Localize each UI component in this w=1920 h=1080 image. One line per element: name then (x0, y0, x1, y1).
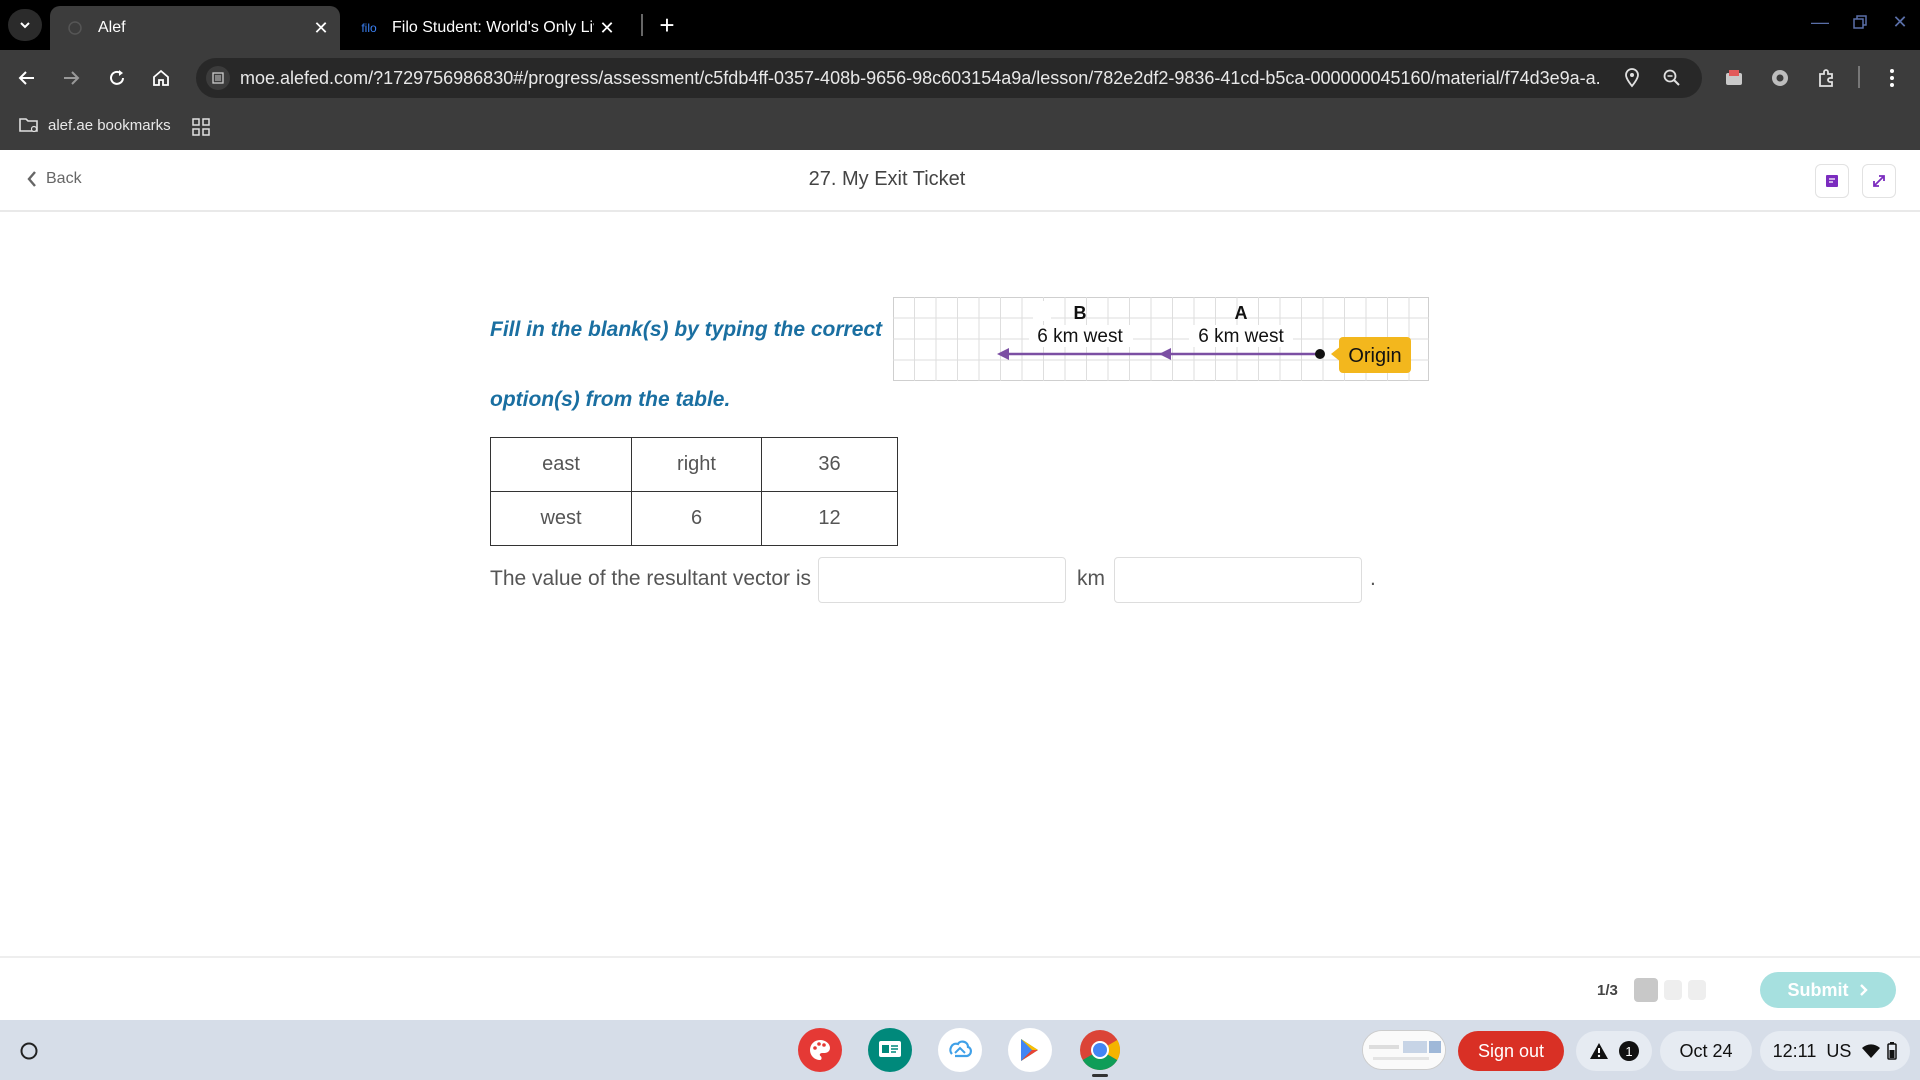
sign-out-button[interactable]: Sign out (1458, 1031, 1564, 1071)
tab-alef[interactable]: Alef ✕ (50, 6, 340, 50)
home-icon (153, 69, 169, 86)
screenshot-thumbnail[interactable] (1362, 1030, 1446, 1070)
expand-icon (1873, 175, 1885, 187)
notes-button[interactable] (1815, 164, 1849, 198)
page-title: 27. My Exit Ticket (808, 168, 966, 190)
filo-favicon-icon: filo (361, 21, 377, 35)
status-tray[interactable]: 12:11 US (1760, 1031, 1910, 1071)
locale-label: US (1826, 1040, 1852, 1061)
restore-icon[interactable] (1843, 8, 1877, 36)
bookmark-label: alef.ae bookmarks (48, 116, 171, 134)
arrow-left-icon (18, 71, 34, 85)
more-menu-icon[interactable] (1880, 66, 1904, 90)
bookmarks-bar: alef.ae bookmarks (0, 106, 1920, 150)
reload-icon (110, 70, 124, 85)
sentence-prefix: The value of the resultant vector is (490, 567, 811, 590)
tab-title: Alef (98, 19, 126, 36)
sentence-end: . (1370, 567, 1376, 590)
tab-separator (641, 14, 643, 36)
vector-a-label: A (1235, 303, 1248, 323)
vector-diagram: B A 6 km west 6 km west Origin (893, 297, 1429, 381)
browser-toolbar: moe.alefed.com/?1729756986830#/progress/… (0, 50, 1920, 106)
home-button[interactable] (143, 60, 179, 96)
wifi-icon (1862, 1044, 1881, 1058)
new-tab-button[interactable]: + (652, 10, 682, 40)
os-shelf: Sign out 1 Oct 24 12:11 US (0, 1020, 1920, 1080)
submit-label: Submit (1787, 979, 1849, 1000)
lesson-header: Back 27. My Exit Ticket (0, 150, 1920, 212)
blank-value-input[interactable] (818, 557, 1066, 603)
minimize-icon[interactable]: — (1803, 8, 1837, 36)
meet-app-icon[interactable] (938, 1028, 982, 1072)
instruction-text: option(s) from the table. (490, 388, 731, 411)
reload-button[interactable] (99, 60, 135, 96)
site-info-icon[interactable] (206, 66, 230, 90)
assessment-footer: 1/3 Submit (0, 956, 1920, 1020)
option-cell: east (490, 437, 632, 492)
close-tab-icon[interactable]: ✕ (594, 18, 620, 39)
instruction-text: Fill in the blank(s) by typing the corre… (490, 318, 883, 341)
extension-icon[interactable] (1768, 66, 1792, 90)
notebook-icon (1826, 175, 1838, 187)
chevron-right-icon (1859, 984, 1868, 996)
browser-tab-bar: Alef ✕ filo Filo Student: World's Only L… (0, 0, 1920, 50)
notifications-tray[interactable]: 1 (1576, 1031, 1652, 1071)
bookmark-folder[interactable]: alef.ae bookmarks (18, 116, 171, 134)
running-indicator (1092, 1074, 1108, 1077)
apps-grid-icon[interactable] (192, 118, 210, 141)
arrow-right-icon (64, 71, 80, 85)
option-cell: right (631, 437, 762, 492)
vector-b-label: B (1074, 303, 1087, 323)
close-window-icon[interactable]: ✕ (1883, 8, 1917, 36)
url-text: moe.alefed.com/?1729756986830#/progress/… (240, 68, 1600, 88)
back-nav-button[interactable] (9, 60, 45, 96)
puzzle-icon[interactable] (1814, 66, 1838, 90)
option-cell: 12 (761, 491, 898, 546)
canvas-app-icon[interactable] (798, 1028, 842, 1072)
options-table: east right 36 west 6 12 (490, 437, 898, 546)
time-label: 12:11 (1772, 1040, 1817, 1061)
vector-b-text: 6 km west (1037, 326, 1123, 347)
date-tray[interactable]: Oct 24 (1660, 1031, 1752, 1071)
extension-icon[interactable] (1722, 66, 1746, 90)
close-tab-icon[interactable]: ✕ (308, 18, 334, 39)
unit-label: km (1077, 567, 1105, 590)
battery-icon (1887, 1042, 1898, 1060)
launcher-button[interactable] (12, 1034, 46, 1068)
progress-dot[interactable] (1688, 980, 1706, 1000)
table-row: west 6 12 (490, 491, 898, 546)
date-label: Oct 24 (1679, 1040, 1733, 1061)
progress-dot[interactable] (1664, 980, 1682, 1000)
option-cell: 6 (631, 491, 762, 546)
circle-icon (20, 1042, 38, 1060)
address-bar[interactable]: moe.alefed.com/?1729756986830#/progress/… (196, 58, 1702, 98)
origin-point (1315, 349, 1325, 359)
play-store-icon[interactable] (1008, 1028, 1052, 1072)
origin-label: Origin (1348, 345, 1401, 367)
vector-a-text: 6 km west (1198, 326, 1284, 347)
option-cell: west (490, 491, 632, 546)
option-cell: 36 (761, 437, 898, 492)
table-row: east right 36 (490, 437, 898, 492)
alef-favicon-icon (66, 19, 84, 37)
toolbar-separator (1858, 66, 1860, 88)
chevron-down-icon (20, 22, 30, 29)
fullscreen-button[interactable] (1862, 164, 1896, 198)
tab-filo[interactable]: filo Filo Student: World's Only Live I ✕ (346, 6, 626, 50)
page-indicator: 1/3 (1597, 982, 1618, 999)
forward-nav-button[interactable] (53, 60, 89, 96)
blank-direction-input[interactable] (1114, 557, 1362, 603)
notification-count: 1 (1619, 1041, 1639, 1061)
tab-search-button[interactable] (8, 9, 42, 41)
location-icon[interactable] (1620, 66, 1644, 90)
zoom-icon[interactable] (1660, 66, 1684, 90)
warning-icon (1590, 1043, 1608, 1059)
tab-title: Filo Student: World's Only Live I (392, 19, 594, 36)
progress-dot[interactable] (1634, 978, 1658, 1002)
folder-icon (19, 118, 38, 133)
submit-button[interactable]: Submit (1760, 972, 1896, 1008)
chrome-app-icon[interactable] (1078, 1028, 1122, 1072)
classroom-app-icon[interactable] (868, 1028, 912, 1072)
